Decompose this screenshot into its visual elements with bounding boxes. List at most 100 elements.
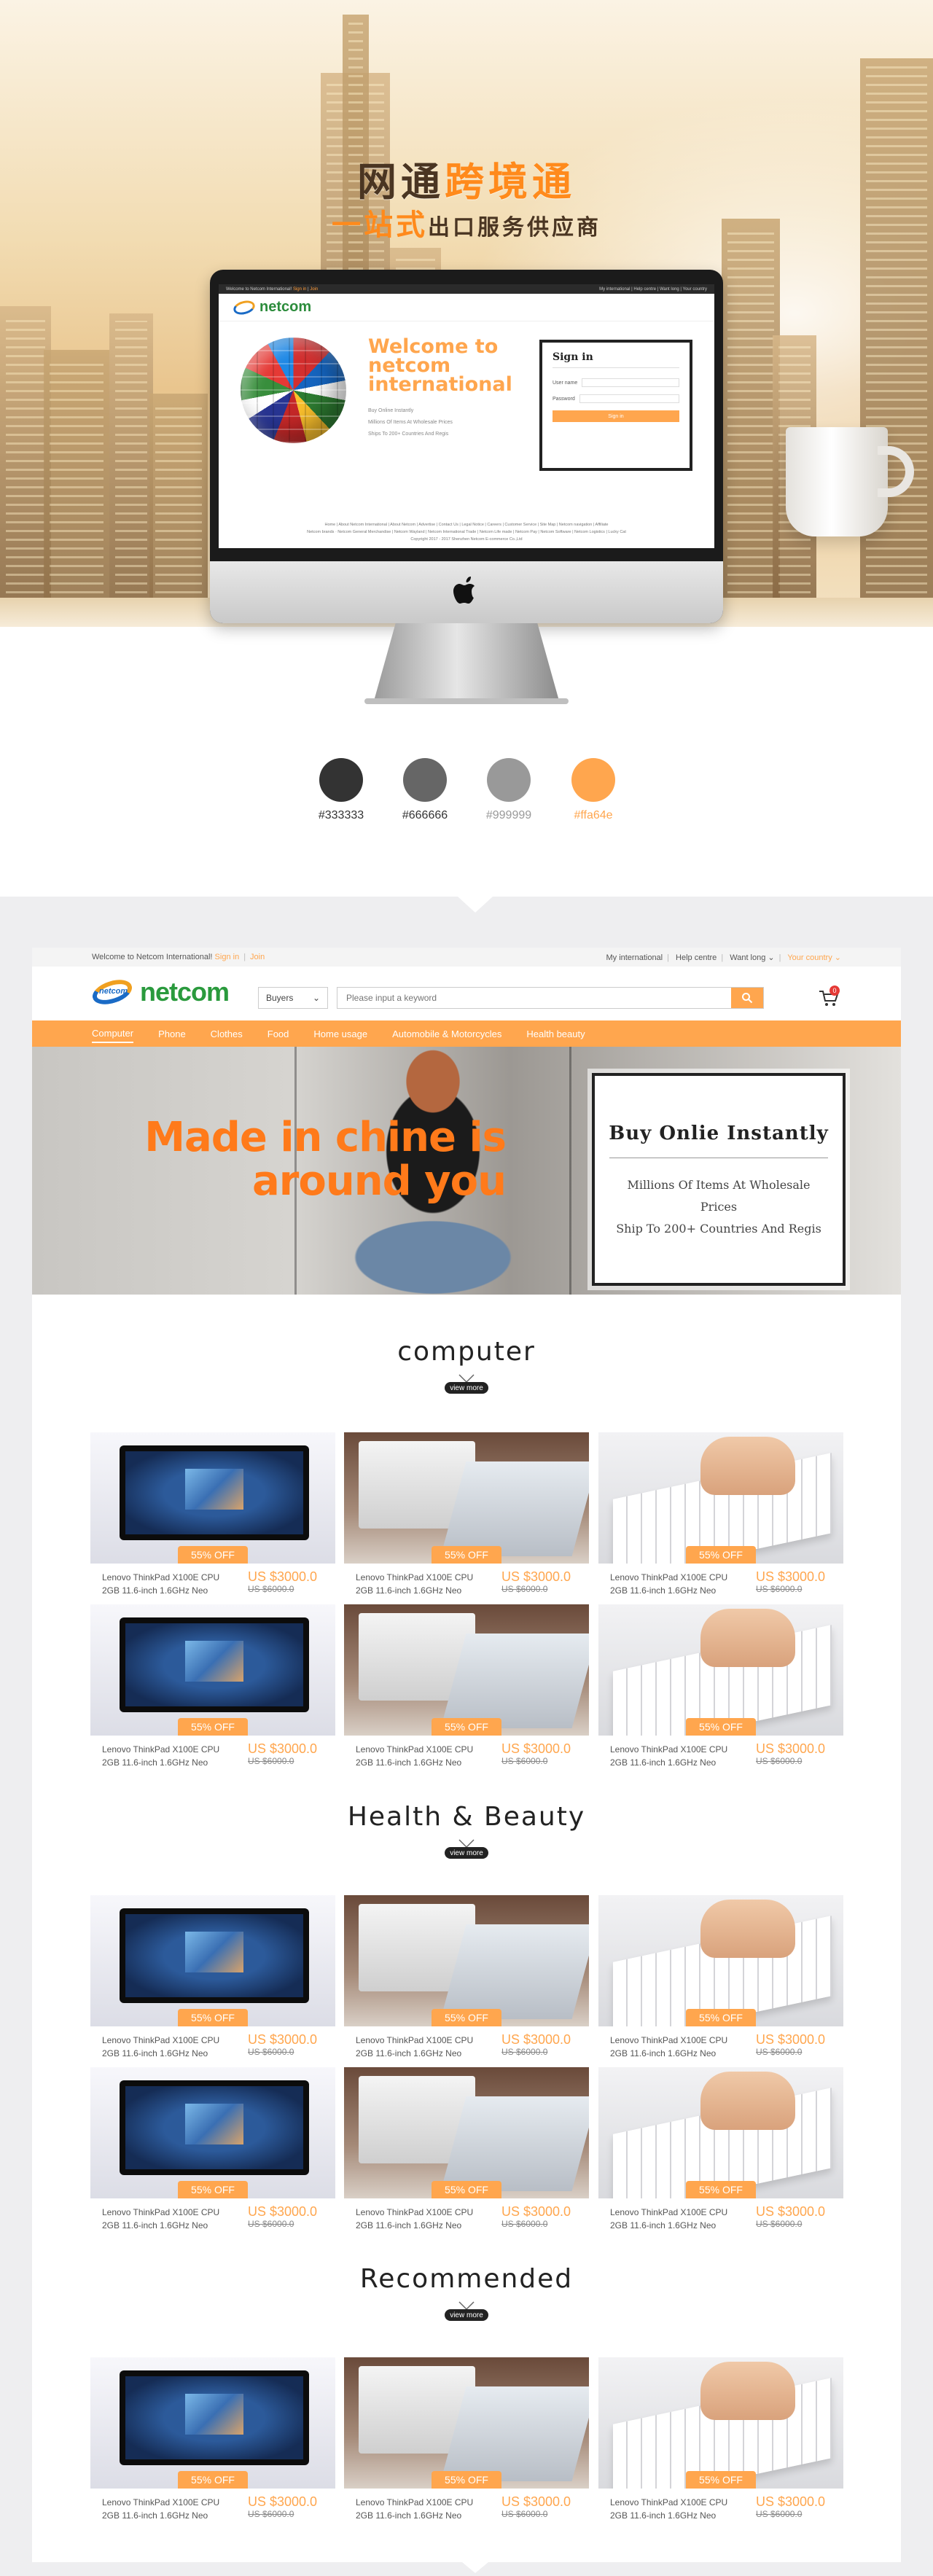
product-old-price: US $6000.0 — [501, 2047, 548, 2057]
product-old-price: US $6000.0 — [756, 1584, 803, 1594]
product-image[interactable] — [598, 1432, 843, 1564]
mini-welcome: Welcome to netcom international — [368, 335, 512, 396]
view-more-button[interactable]: view more — [445, 1382, 488, 1394]
product-card[interactable]: 55% OFF Lenovo ThinkPad X100E CPU 2GB 11.6… — [344, 2357, 589, 2521]
banner-headline: Made in chine is around you — [144, 1114, 507, 1205]
my-international-link[interactable]: My international — [606, 953, 663, 962]
swatch-label: #333333 — [318, 809, 364, 821]
product-image[interactable] — [344, 1604, 589, 1736]
product-image[interactable] — [90, 1895, 335, 2026]
join-link[interactable]: Join — [250, 953, 265, 961]
product-name[interactable]: Lenovo ThinkPad X100E CPU 2GB 11.6-inch 1… — [102, 1571, 248, 1596]
signin-button[interactable]: Sign in — [553, 410, 679, 422]
product-image[interactable] — [344, 1432, 589, 1564]
product-card[interactable]: 55% OFF Lenovo ThinkPad X100E CPU 2GB 11.6… — [598, 1604, 843, 1768]
product-name[interactable]: Lenovo ThinkPad X100E CPU 2GB 11.6-inch 1… — [610, 2034, 756, 2058]
nav-phone[interactable]: Phone — [158, 1026, 186, 1042]
discount-badge: 55% OFF — [178, 1546, 248, 1564]
product-price: US $3000.0 — [756, 2494, 826, 2509]
product-card[interactable]: 55% OFF Lenovo ThinkPad X100E CPU 2GB 11.6… — [90, 1604, 335, 1768]
buybox-line: Millions Of Items At Wholesale Prices — [627, 1178, 811, 1214]
product-name[interactable]: Lenovo ThinkPad X100E CPU 2GB 11.6-inch 1… — [102, 2206, 248, 2230]
nav-clothes[interactable]: Clothes — [211, 1026, 243, 1042]
product-old-price: US $6000.0 — [501, 2509, 548, 2519]
want-long-link[interactable]: Want long — [730, 953, 765, 962]
swatch-label: #666666 — [402, 809, 448, 821]
search-input[interactable] — [337, 988, 731, 1008]
nav-home-usage[interactable]: Home usage — [313, 1026, 367, 1042]
product-image[interactable] — [90, 1432, 335, 1564]
product-card[interactable]: 55% OFF Lenovo ThinkPad X100E CPU 2GB 11.6… — [598, 1895, 843, 2058]
product-name[interactable]: Lenovo ThinkPad X100E CPU 2GB 11.6-inch 1… — [102, 2034, 248, 2058]
nav-food[interactable]: Food — [268, 1026, 289, 1042]
product-card[interactable]: 55% OFF Lenovo ThinkPad X100E CPU 2GB 11.6… — [344, 2067, 589, 2230]
product-name[interactable]: Lenovo ThinkPad X100E CPU 2GB 11.6-inch 1… — [356, 2496, 501, 2521]
product-image[interactable] — [598, 2067, 843, 2198]
username-field[interactable] — [582, 378, 679, 387]
product-image[interactable] — [598, 1895, 843, 2026]
product-card[interactable]: 55% OFF Lenovo ThinkPad X100E CPU 2GB 11.6… — [90, 2067, 335, 2230]
view-more-button[interactable]: view more — [445, 2309, 488, 2321]
nav-computer[interactable]: Computer — [92, 1025, 134, 1043]
product-name[interactable]: Lenovo ThinkPad X100E CPU 2GB 11.6-inch 1… — [356, 2206, 501, 2230]
discount-badge: 55% OFF — [686, 2471, 756, 2489]
buyers-dropdown[interactable]: Buyers ⌄ — [258, 987, 328, 1009]
signin-link[interactable]: Sign in — [215, 953, 240, 961]
product-name[interactable]: Lenovo ThinkPad X100E CPU 2GB 11.6-inch 1… — [356, 1743, 501, 1768]
product-image[interactable] — [598, 1604, 843, 1736]
discount-badge: 55% OFF — [432, 1718, 501, 1736]
product-image[interactable] — [90, 2067, 335, 2198]
top-bar: Welcome to Netcom International! Sign in… — [32, 948, 901, 967]
mini-topbar: Welcome to Netcom International! Sign in… — [219, 284, 714, 294]
product-old-price: US $6000.0 — [756, 1756, 803, 1766]
product-old-price: US $6000.0 — [501, 1584, 548, 1594]
product-card[interactable]: 55% OFF Lenovo ThinkPad X100E CPU 2GB 11.6… — [90, 1895, 335, 2058]
product-name[interactable]: Lenovo ThinkPad X100E CPU 2GB 11.6-inch 1… — [610, 2496, 756, 2521]
mini-logo: netcom — [232, 297, 311, 317]
search-button[interactable] — [731, 988, 763, 1008]
section-title: Recommended — [359, 2264, 574, 2294]
product-image[interactable] — [344, 2067, 589, 2198]
hero-banner[interactable]: Made in chine is around you Buy Onlie In… — [32, 1047, 901, 1295]
product-name[interactable]: Lenovo ThinkPad X100E CPU 2GB 11.6-inch 1… — [610, 2206, 756, 2230]
country-selector[interactable]: Your country — [787, 953, 832, 962]
cart-count-badge: 0 — [829, 985, 840, 996]
divider-notch — [458, 2559, 493, 2573]
product-price: US $3000.0 — [756, 2032, 826, 2047]
view-more-button[interactable]: view more — [445, 1847, 488, 1859]
logo-wordmark: netcom — [140, 977, 230, 1007]
product-name[interactable]: Lenovo ThinkPad X100E CPU 2GB 11.6-inch 1… — [102, 1743, 248, 1768]
nav-health-beauty[interactable]: Health beauty — [526, 1026, 585, 1042]
product-image[interactable] — [90, 2357, 335, 2489]
nav-automobile[interactable]: Automobile & Motorcycles — [392, 1026, 501, 1042]
product-card[interactable]: 55% OFF Lenovo ThinkPad X100E CPU 2GB 11.6… — [90, 2357, 335, 2521]
product-name[interactable]: Lenovo ThinkPad X100E CPU 2GB 11.6-inch 1… — [610, 1571, 756, 1596]
logo-icon — [232, 297, 257, 317]
chevron-down-icon: ⌄ — [834, 953, 841, 962]
product-card[interactable]: 55% OFF Lenovo ThinkPad X100E CPU 2GB 11.6… — [344, 1432, 589, 1596]
password-field[interactable] — [579, 394, 679, 403]
site-mockup: Welcome to Netcom International! Sign in… — [32, 948, 901, 2562]
product-name[interactable]: Lenovo ThinkPad X100E CPU 2GB 11.6-inch 1… — [102, 2496, 248, 2521]
product-image[interactable] — [598, 2357, 843, 2489]
swatch-label: #999999 — [485, 809, 532, 821]
product-name[interactable]: Lenovo ThinkPad X100E CPU 2GB 11.6-inch 1… — [356, 2034, 501, 2058]
product-price: US $3000.0 — [501, 1741, 571, 1756]
product-card[interactable]: 55% OFF Lenovo ThinkPad X100E CPU 2GB 11.6… — [598, 2067, 843, 2230]
product-card[interactable]: 55% OFF Lenovo ThinkPad X100E CPU 2GB 11.6… — [598, 2357, 843, 2521]
product-card[interactable]: 55% OFF Lenovo ThinkPad X100E CPU 2GB 11.6… — [90, 1432, 335, 1596]
product-name[interactable]: Lenovo ThinkPad X100E CPU 2GB 11.6-inch 1… — [610, 1743, 756, 1768]
netcom-logo[interactable]: netcom netcom — [89, 975, 230, 1009]
discount-badge: 55% OFF — [178, 2181, 248, 2198]
product-card[interactable]: 55% OFF Lenovo ThinkPad X100E CPU 2GB 11.6… — [598, 1432, 843, 1596]
product-name[interactable]: Lenovo ThinkPad X100E CPU 2GB 11.6-inch 1… — [356, 1571, 501, 1596]
product-card[interactable]: 55% OFF Lenovo ThinkPad X100E CPU 2GB 11.6… — [344, 1604, 589, 1768]
product-image[interactable] — [344, 2357, 589, 2489]
mini-header: netcom — [219, 294, 714, 321]
discount-badge: 55% OFF — [686, 1546, 756, 1564]
help-centre-link[interactable]: Help centre — [676, 953, 717, 962]
product-image[interactable] — [90, 1604, 335, 1736]
swatch-ffa64e — [571, 758, 615, 802]
product-image[interactable] — [344, 1895, 589, 2026]
product-card[interactable]: 55% OFF Lenovo ThinkPad X100E CPU 2GB 11.6… — [344, 1895, 589, 2058]
